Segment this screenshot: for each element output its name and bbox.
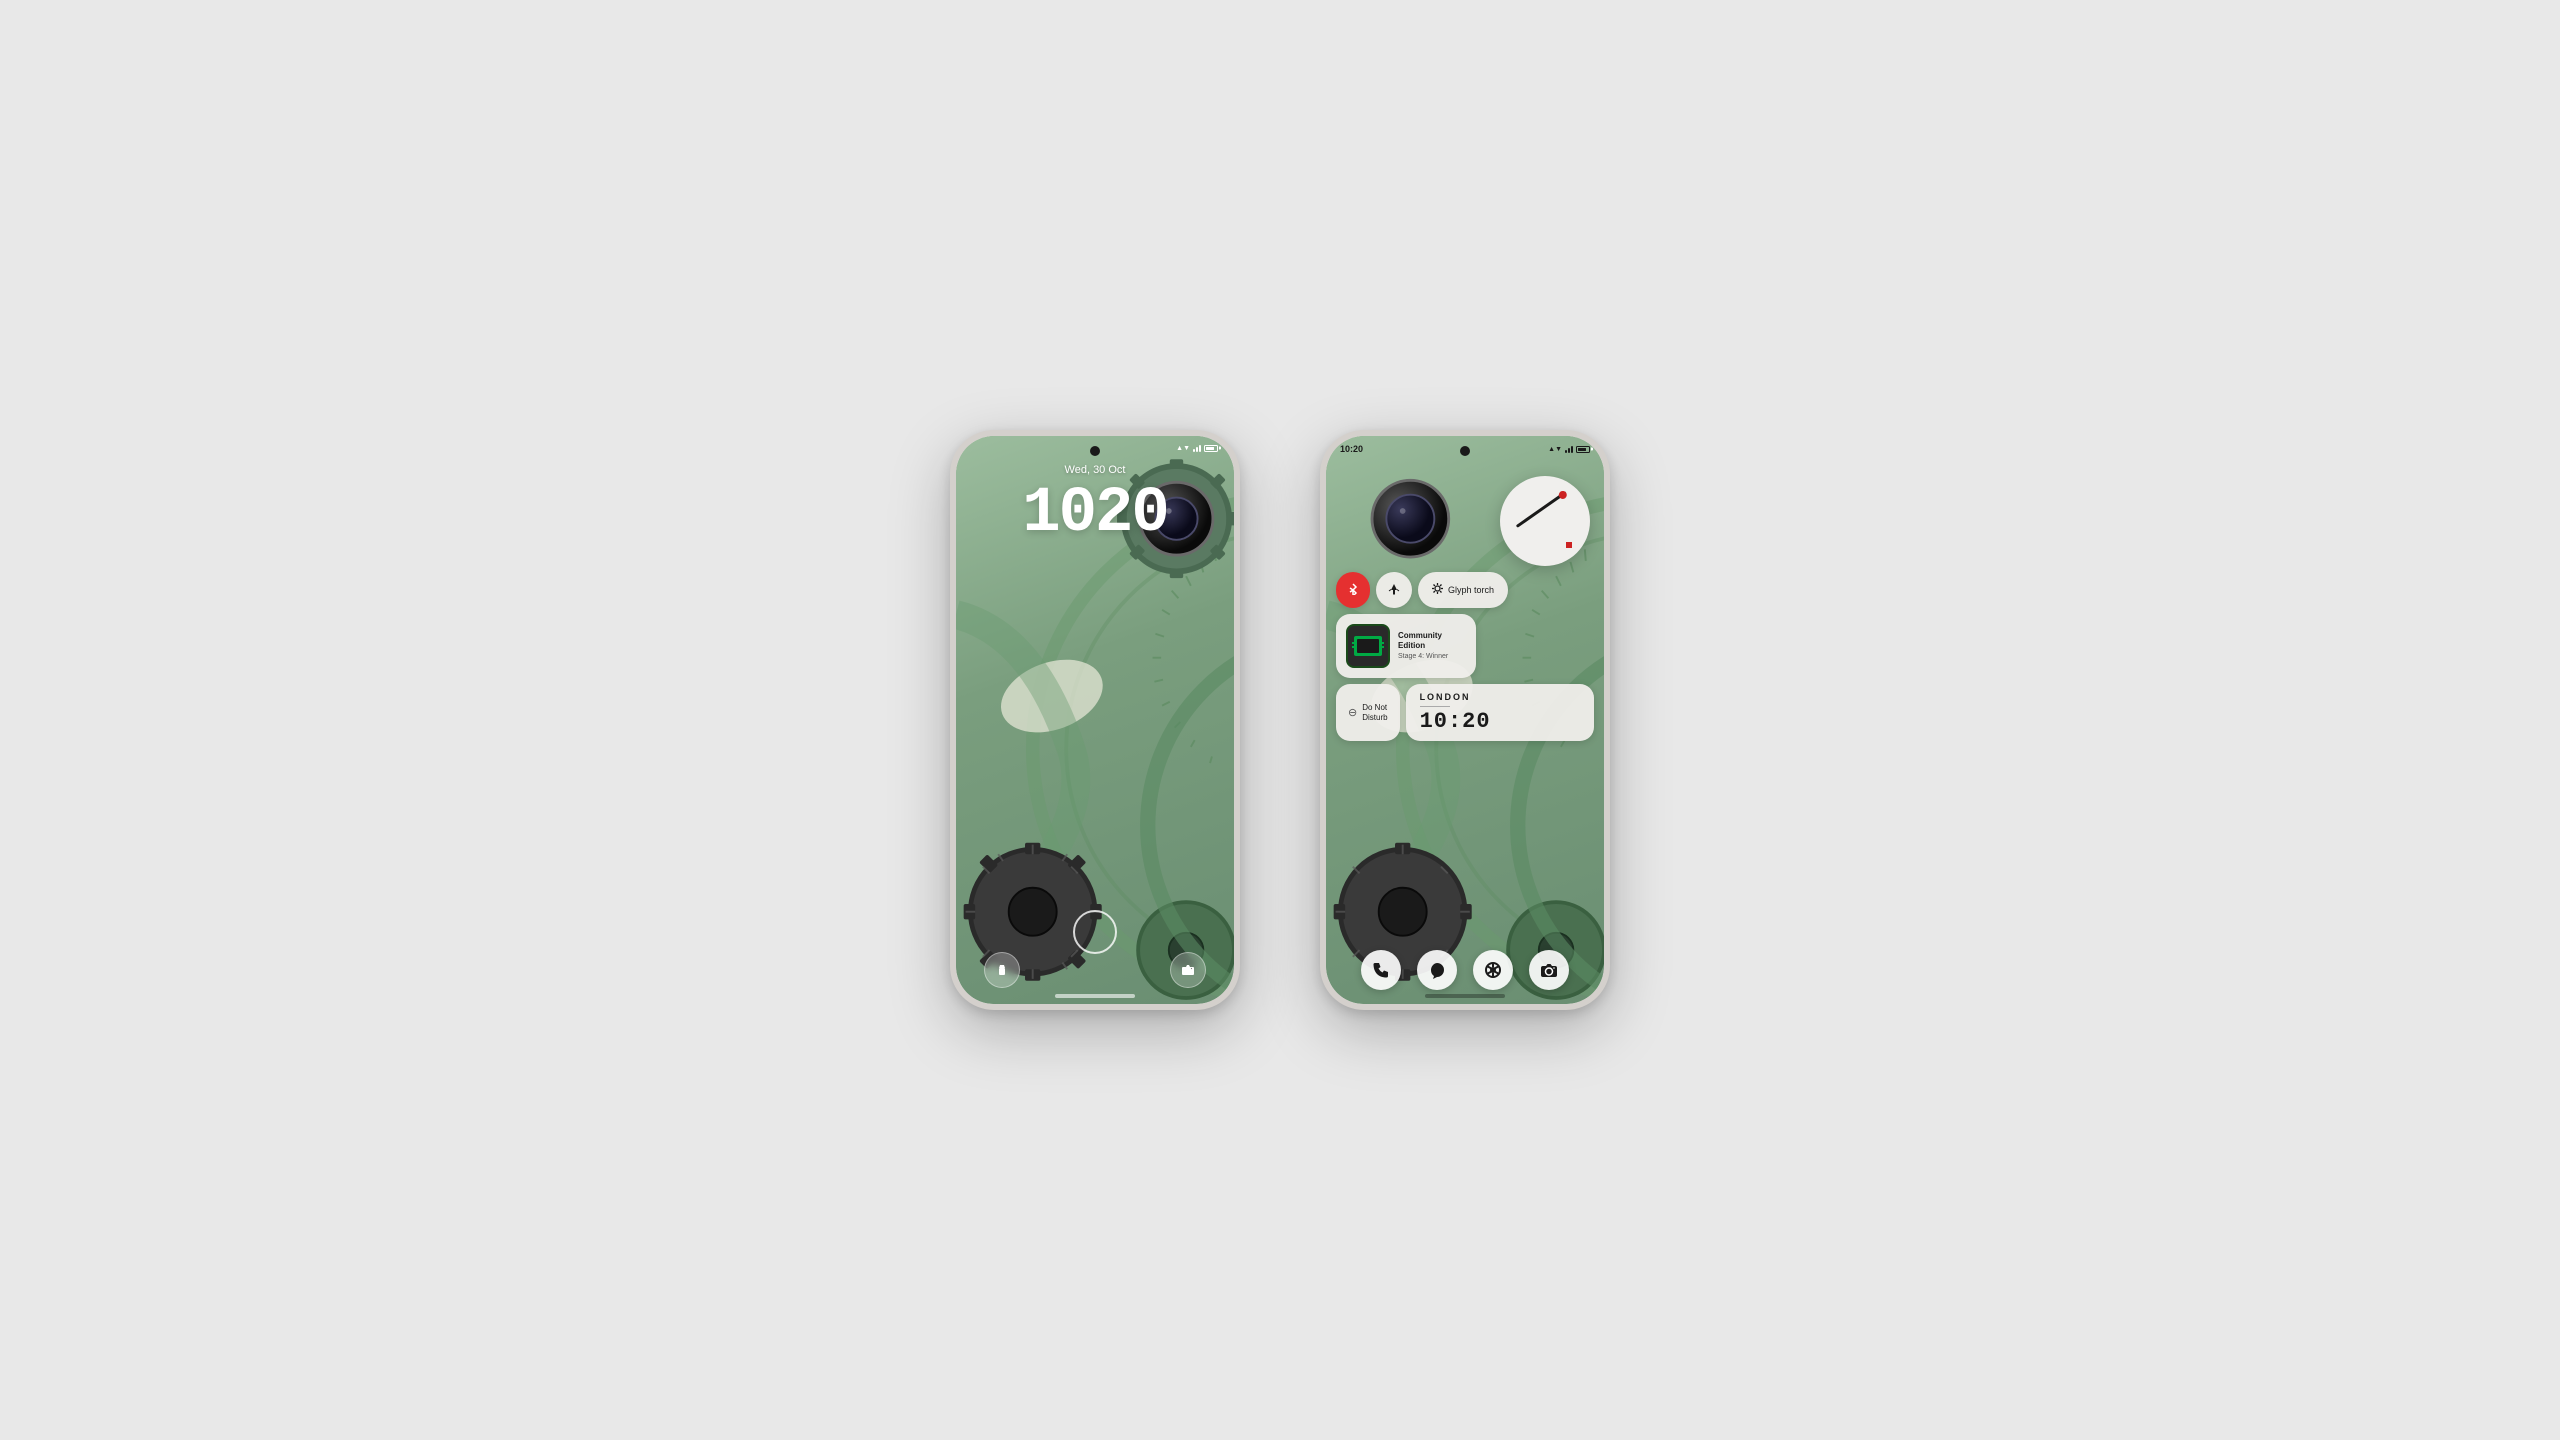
phone-2-home-indicator[interactable] — [1425, 994, 1505, 998]
chat-dock-icon[interactable] — [1417, 950, 1457, 990]
phone-1-home-indicator[interactable] — [1055, 994, 1135, 998]
data-signal-icon: ▲▼ — [1176, 445, 1190, 452]
airplane-icon — [1388, 583, 1400, 598]
qs-bottom-row: ⊖ Do Not Disturb LONDON 10:20 — [1336, 684, 1594, 741]
clock-time: 10:20 — [1420, 711, 1580, 733]
phone-2-dock — [1326, 950, 1604, 990]
media-chip — [1354, 636, 1382, 656]
bluetooth-icon — [1348, 583, 1358, 598]
media-thumbnail — [1346, 624, 1390, 668]
dnd-label-line2: Disturb — [1362, 713, 1387, 723]
quick-settings-panel: Glyph torch Community — [1336, 462, 1594, 741]
flashlight-dock-icon[interactable] — [984, 952, 1020, 988]
phone-2-battery-icon — [1576, 446, 1590, 453]
signal-bars-icon — [1193, 444, 1201, 452]
phone-1: ▲▼ Wed, 30 Oct 1020 — [950, 430, 1240, 1010]
phone-1-screen: ▲▼ Wed, 30 Oct 1020 — [956, 436, 1234, 1004]
chrome-dock-icon[interactable] — [1473, 950, 1513, 990]
phone-2-data-icon: ▲▼ — [1548, 446, 1562, 453]
qs-dial-dot — [1566, 542, 1572, 548]
glyph-torch-tile[interactable]: Glyph torch — [1418, 572, 1508, 608]
phone-1-camera-notch — [1090, 446, 1100, 456]
phone-1-search-circle[interactable] — [1073, 910, 1117, 954]
qs-dial-needle — [1516, 491, 1567, 528]
phone-2-status-time: 10:20 — [1340, 444, 1363, 454]
camera-p2-dock-icon[interactable] — [1529, 950, 1569, 990]
qs-dial[interactable] — [1500, 476, 1590, 566]
phone-1-dock — [956, 952, 1234, 988]
glyph-torch-label: Glyph torch — [1448, 585, 1494, 595]
media-title: Community Edition — [1398, 631, 1466, 650]
battery-icon — [1204, 445, 1218, 452]
dnd-icon: ⊖ — [1348, 706, 1357, 719]
media-info: Community Edition Stage 4: Winner — [1398, 631, 1466, 660]
bluetooth-tile[interactable] — [1336, 572, 1370, 608]
dnd-label-line1: Do Not — [1362, 703, 1387, 713]
phone-2-status-icons: ▲▼ — [1548, 445, 1590, 453]
phone-2-status-bar: 10:20 ▲▼ — [1340, 444, 1590, 454]
clock-city: LONDON — [1420, 692, 1580, 702]
phone-2: 10:20 ▲▼ — [1320, 430, 1610, 1010]
phone-1-time: 1020 — [956, 478, 1234, 550]
phone-2-screen: 10:20 ▲▼ — [1326, 436, 1604, 1004]
phone-1-status-icons: ▲▼ — [1176, 444, 1218, 452]
dnd-tile[interactable]: ⊖ Do Not Disturb — [1336, 684, 1400, 741]
clock-separator — [1420, 706, 1450, 707]
qs-tiles-row: Glyph torch — [1336, 572, 1594, 608]
airplane-tile[interactable] — [1376, 572, 1412, 608]
glyph-torch-icon — [1432, 583, 1443, 597]
camera-dock-icon[interactable] — [1170, 952, 1206, 988]
clock-widget[interactable]: LONDON 10:20 — [1406, 684, 1594, 741]
qs-media-card[interactable]: Community Edition Stage 4: Winner — [1336, 614, 1476, 678]
media-subtitle: Stage 4: Winner — [1398, 652, 1466, 661]
phone-dock-icon[interactable] — [1361, 950, 1401, 990]
phone-2-signal-icon — [1565, 445, 1573, 453]
dnd-label: Do Not Disturb — [1362, 703, 1387, 722]
phone-1-time-text: 1020 — [1022, 478, 1168, 550]
phone-1-date: Wed, 30 Oct — [956, 464, 1234, 476]
